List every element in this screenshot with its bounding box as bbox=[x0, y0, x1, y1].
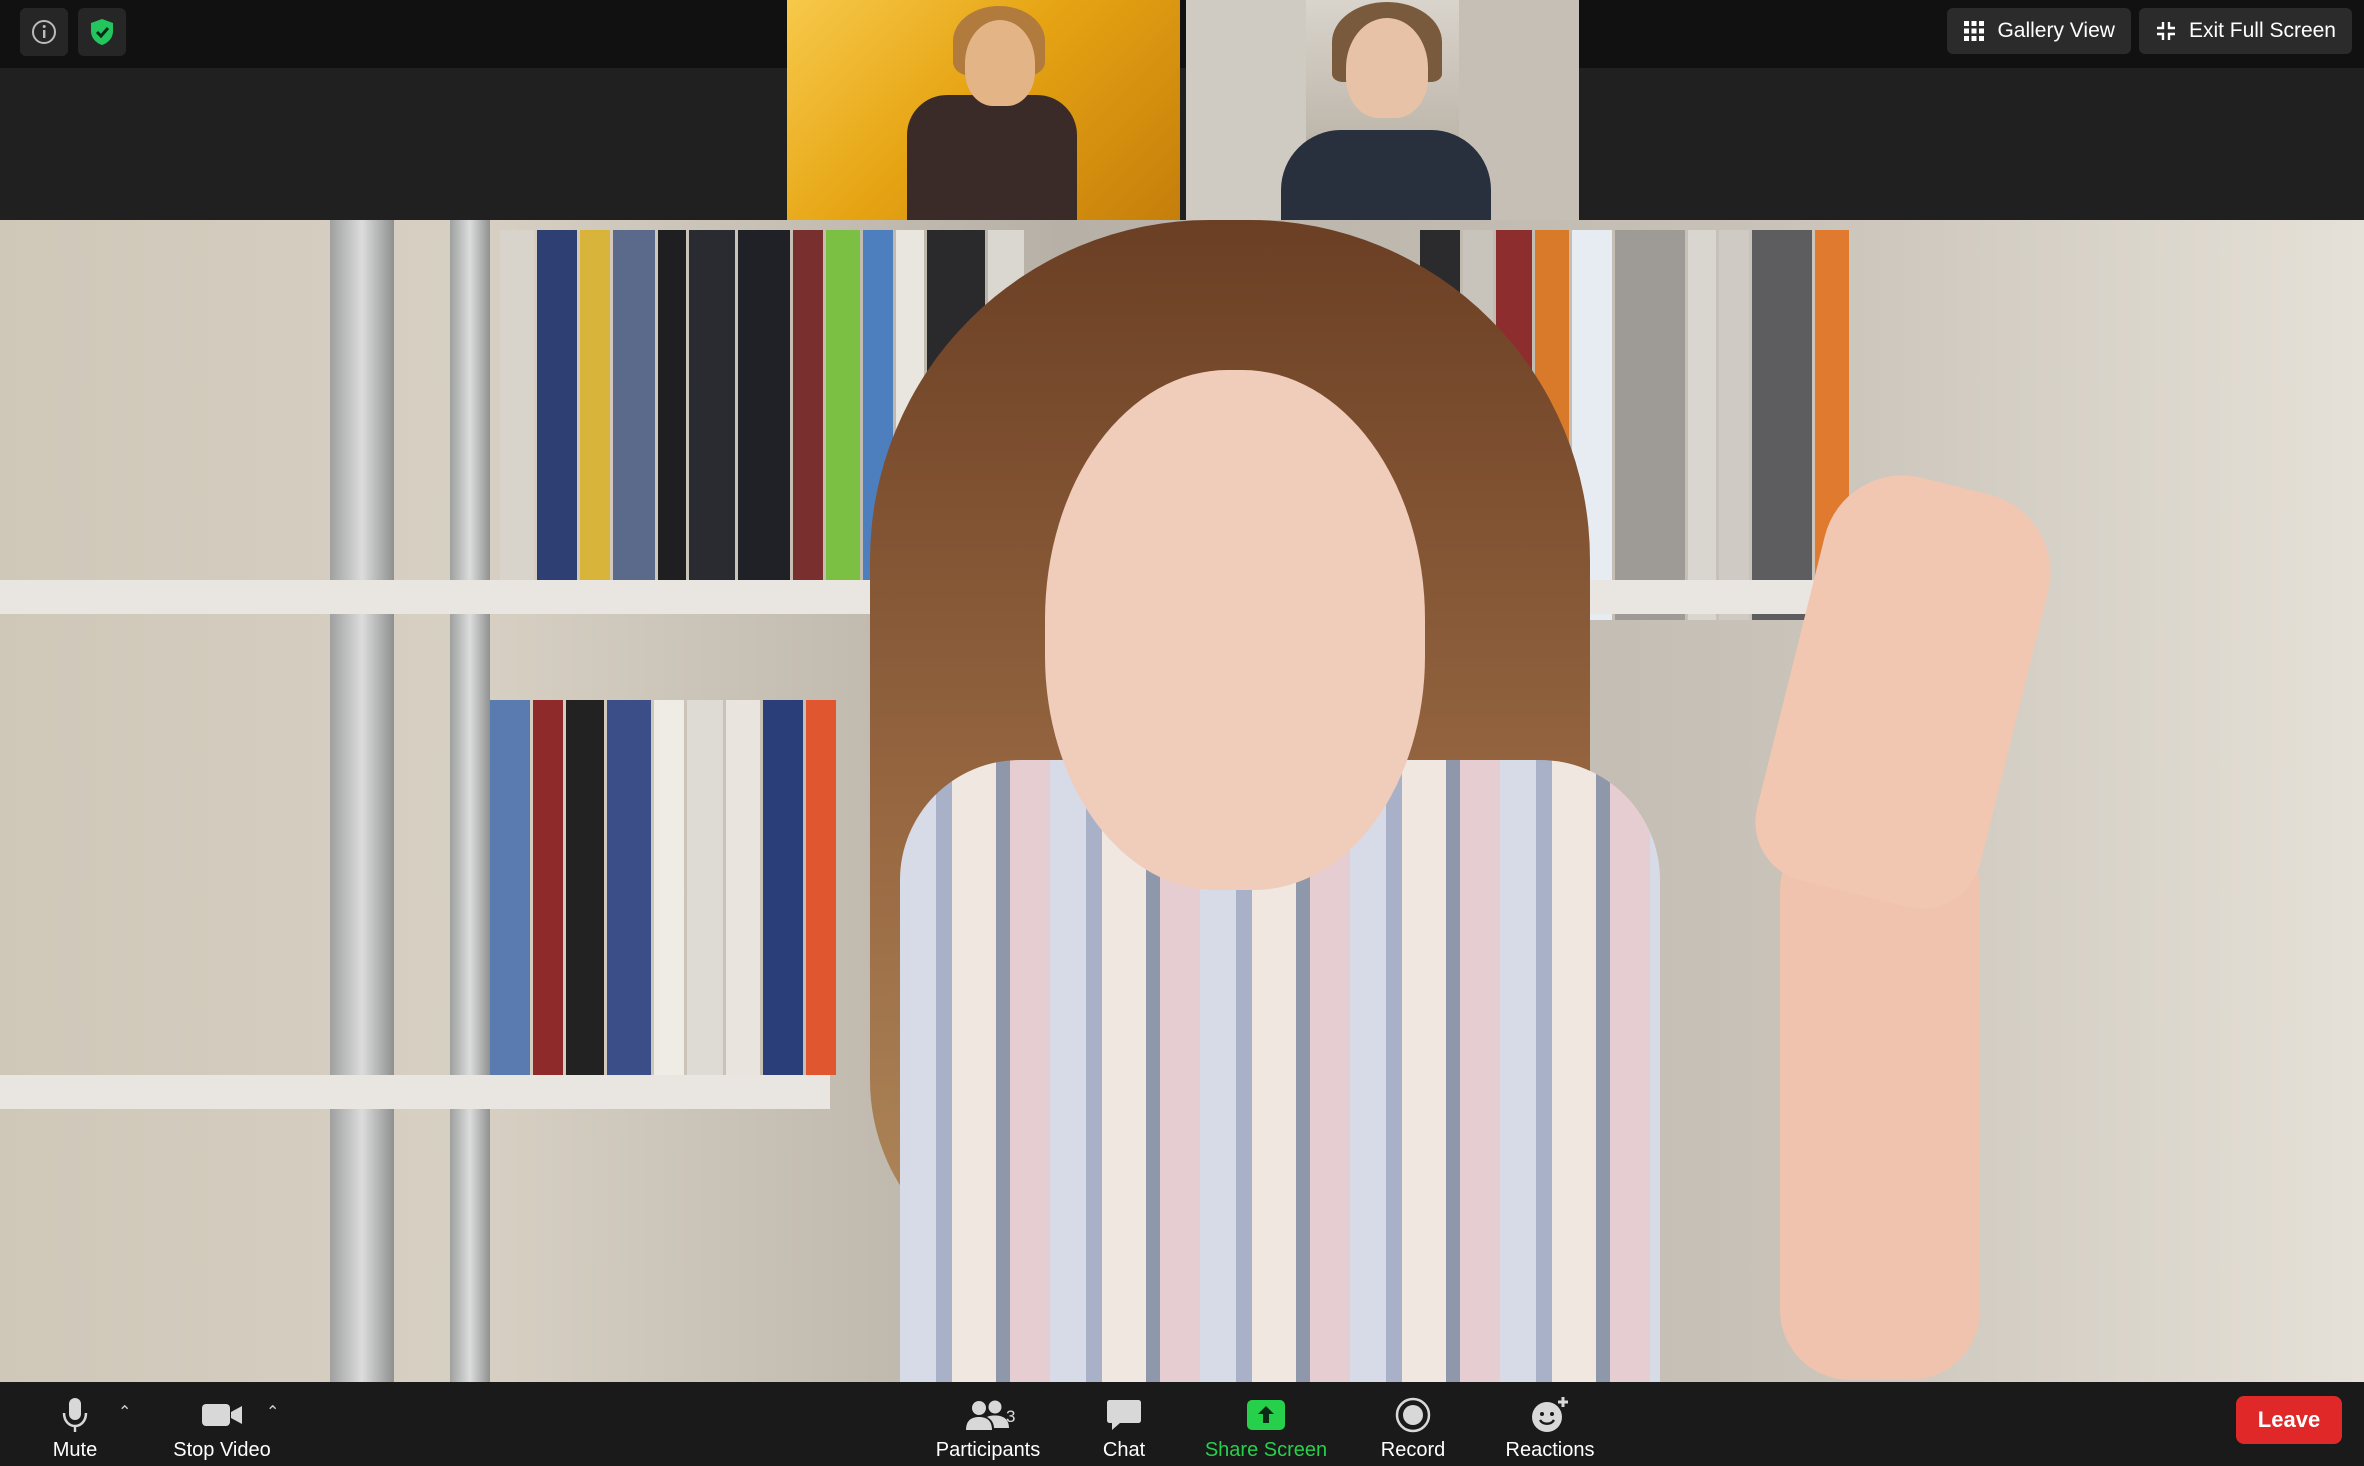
exit-full-screen-label: Exit Full Screen bbox=[2188, 19, 2336, 42]
participant-video-thumbnail[interactable] bbox=[1186, 0, 1579, 220]
mute-label: Mute bbox=[52, 1439, 98, 1461]
speaker-face bbox=[1045, 370, 1425, 890]
shelf-post bbox=[330, 220, 394, 1382]
microphone-icon bbox=[62, 1398, 88, 1432]
audio-options-caret[interactable]: ⌃ bbox=[118, 1402, 131, 1422]
mute-button[interactable]: Mute bbox=[44, 1390, 106, 1462]
shield-check-icon bbox=[91, 19, 113, 45]
participants-label: Participants bbox=[935, 1439, 1041, 1461]
chat-button[interactable]: Chat bbox=[1094, 1390, 1154, 1462]
grid-icon bbox=[1964, 21, 1985, 41]
info-button[interactable] bbox=[20, 8, 68, 56]
gallery-view-button[interactable]: Gallery View bbox=[1947, 8, 2131, 54]
chat-label: Chat bbox=[1102, 1439, 1146, 1461]
stop-video-label: Stop Video bbox=[173, 1439, 271, 1461]
participant-face bbox=[965, 20, 1035, 106]
people-icon bbox=[966, 1400, 1009, 1430]
exit-fullscreen-icon bbox=[2156, 22, 2175, 40]
participant-figure bbox=[907, 95, 1077, 220]
share-screen-button[interactable]: Share Screen bbox=[1204, 1390, 1328, 1462]
participant-figure bbox=[1281, 130, 1491, 220]
info-icon bbox=[32, 20, 56, 44]
record-button[interactable]: Record bbox=[1376, 1390, 1450, 1462]
reactions-button[interactable]: Reactions bbox=[1500, 1390, 1600, 1462]
stop-video-button[interactable]: Stop Video bbox=[168, 1390, 276, 1462]
active-speaker-video[interactable] bbox=[0, 220, 2364, 1382]
top-right-controls: Gallery View Exit Full Screen bbox=[1947, 8, 2352, 54]
shelf-post bbox=[450, 220, 490, 1382]
participant-video-thumbnail[interactable] bbox=[787, 0, 1180, 220]
top-left-controls bbox=[20, 8, 126, 56]
gallery-view-label: Gallery View bbox=[1997, 19, 2115, 42]
participant-thumbnails bbox=[787, 0, 1580, 220]
shelf-board bbox=[0, 1075, 830, 1109]
participant-face bbox=[1346, 18, 1428, 118]
participants-count: 3 bbox=[1006, 1407, 1016, 1426]
security-button[interactable] bbox=[78, 8, 126, 56]
emoji-plus-icon bbox=[1532, 1397, 1568, 1432]
speaker-waving-hand bbox=[1742, 458, 2068, 922]
reactions-label: Reactions bbox=[1505, 1439, 1595, 1461]
share-screen-icon bbox=[1247, 1400, 1285, 1430]
exit-full-screen-button[interactable]: Exit Full Screen bbox=[2138, 8, 2352, 54]
speaker-figure bbox=[780, 220, 2068, 1382]
share-screen-label: Share Screen bbox=[1204, 1439, 1328, 1461]
leave-button[interactable]: Leave bbox=[2236, 1396, 2342, 1444]
video-camera-icon bbox=[202, 1404, 242, 1426]
meeting-toolbar: Mute ⌃ Stop Video ⌃ 3 Participants Chat … bbox=[0, 1382, 2364, 1466]
record-label: Record bbox=[1380, 1439, 1446, 1461]
record-icon bbox=[1395, 1397, 1431, 1433]
chat-bubble-icon bbox=[1107, 1400, 1141, 1430]
speaker-arm bbox=[1780, 820, 1980, 1380]
video-options-caret[interactable]: ⌃ bbox=[266, 1402, 279, 1422]
participants-button[interactable]: 3 Participants bbox=[930, 1390, 1046, 1462]
